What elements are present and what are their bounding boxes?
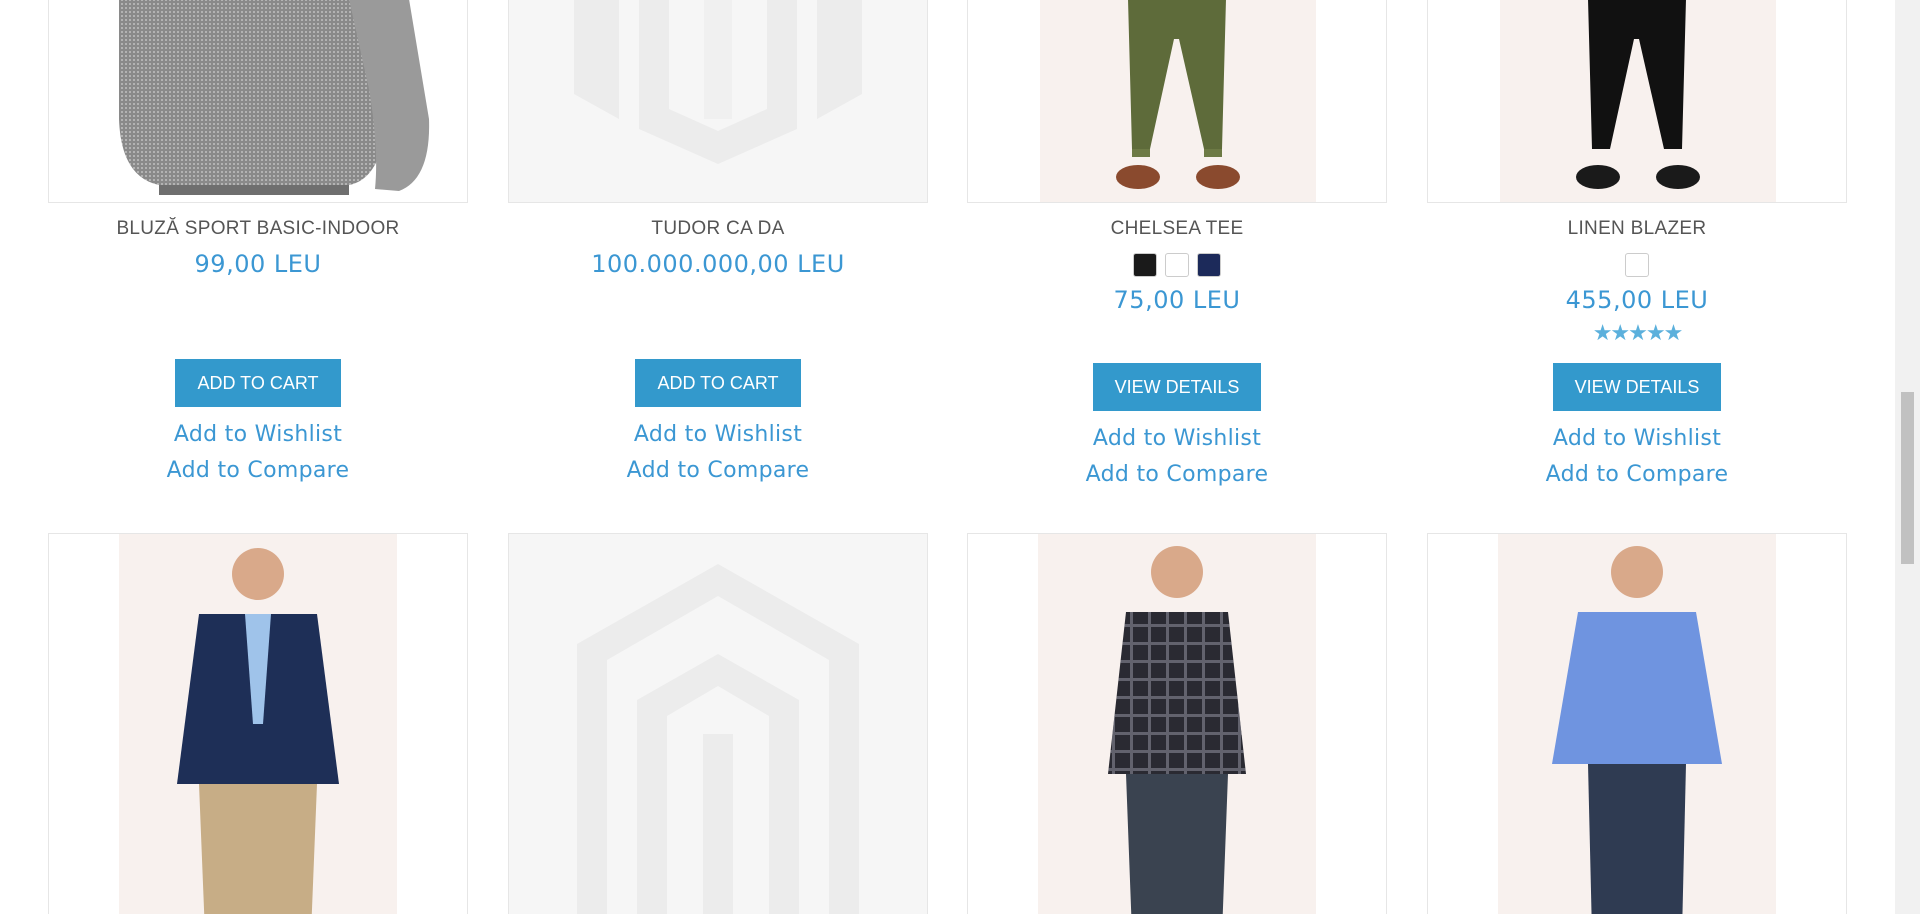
- swatch-black[interactable]: [1133, 253, 1157, 277]
- vertical-scrollbar[interactable]: [1895, 0, 1920, 914]
- placeholder-logo-icon: [509, 0, 927, 202]
- view-details-button[interactable]: VIEW DETAILS: [1552, 363, 1722, 411]
- product-image[interactable]: [508, 0, 928, 203]
- swatch-white[interactable]: [1625, 253, 1649, 277]
- add-to-compare-link[interactable]: Add to Compare: [1427, 457, 1847, 493]
- product-card: BLUZĂ SPORT BASIC-INDOOR 99,00 LEU ADD T…: [48, 0, 468, 489]
- add-to-compare-link[interactable]: Add to Compare: [48, 453, 468, 489]
- product-card: [967, 533, 1387, 914]
- add-to-cart-button[interactable]: ADD TO CART: [175, 359, 341, 407]
- product-card: TUDOR CA DA 100.000.000,00 LEU ADD TO CA…: [508, 0, 928, 489]
- swatch-white[interactable]: [1165, 253, 1189, 277]
- color-swatches: [1427, 253, 1847, 281]
- product-image[interactable]: [967, 533, 1387, 914]
- add-to-cart-button[interactable]: ADD TO CART: [635, 359, 801, 407]
- rating-stars: ★★★★★: [1592, 321, 1684, 346]
- product-name[interactable]: LINEN BLAZER: [1427, 217, 1847, 241]
- product-name[interactable]: CHELSEA TEE: [967, 217, 1387, 241]
- product-card: [48, 533, 468, 914]
- swatch-navy[interactable]: [1197, 253, 1221, 277]
- add-to-wishlist-link[interactable]: Add to Wishlist: [1427, 421, 1847, 457]
- product-card: LINEN BLAZER 455,00 LEU ★★★★★ VIEW DETAI…: [1427, 0, 1847, 493]
- placeholder-logo-icon: [509, 534, 927, 914]
- product-card: CHELSEA TEE 75,00 LEU VIEW DETAILS Add t…: [967, 0, 1387, 493]
- product-grid-page: BLUZĂ SPORT BASIC-INDOOR 99,00 LEU ADD T…: [0, 0, 1920, 914]
- product-price: 100.000.000,00 LEU: [591, 250, 845, 278]
- product-card: [1427, 533, 1847, 914]
- product-name[interactable]: BLUZĂ SPORT BASIC-INDOOR: [48, 217, 468, 241]
- scrollbar-thumb[interactable]: [1901, 392, 1914, 564]
- color-swatches: [967, 253, 1387, 281]
- product-image[interactable]: [48, 0, 468, 203]
- product-name[interactable]: TUDOR CA DA: [508, 217, 928, 241]
- add-to-compare-link[interactable]: Add to Compare: [967, 457, 1387, 493]
- product-card: [508, 533, 928, 914]
- add-to-wishlist-link[interactable]: Add to Wishlist: [508, 417, 928, 453]
- product-image[interactable]: [967, 0, 1387, 203]
- add-to-compare-link[interactable]: Add to Compare: [508, 453, 928, 489]
- add-to-wishlist-link[interactable]: Add to Wishlist: [967, 421, 1387, 457]
- view-details-button[interactable]: VIEW DETAILS: [1092, 363, 1262, 411]
- product-price: 99,00 LEU: [194, 250, 322, 278]
- add-to-wishlist-link[interactable]: Add to Wishlist: [48, 417, 468, 453]
- product-image[interactable]: [1427, 0, 1847, 203]
- product-image[interactable]: [508, 533, 928, 914]
- product-image[interactable]: [48, 533, 468, 914]
- product-image[interactable]: [1427, 533, 1847, 914]
- product-price: 455,00 LEU: [1565, 286, 1709, 314]
- product-price: 75,00 LEU: [1113, 286, 1241, 314]
